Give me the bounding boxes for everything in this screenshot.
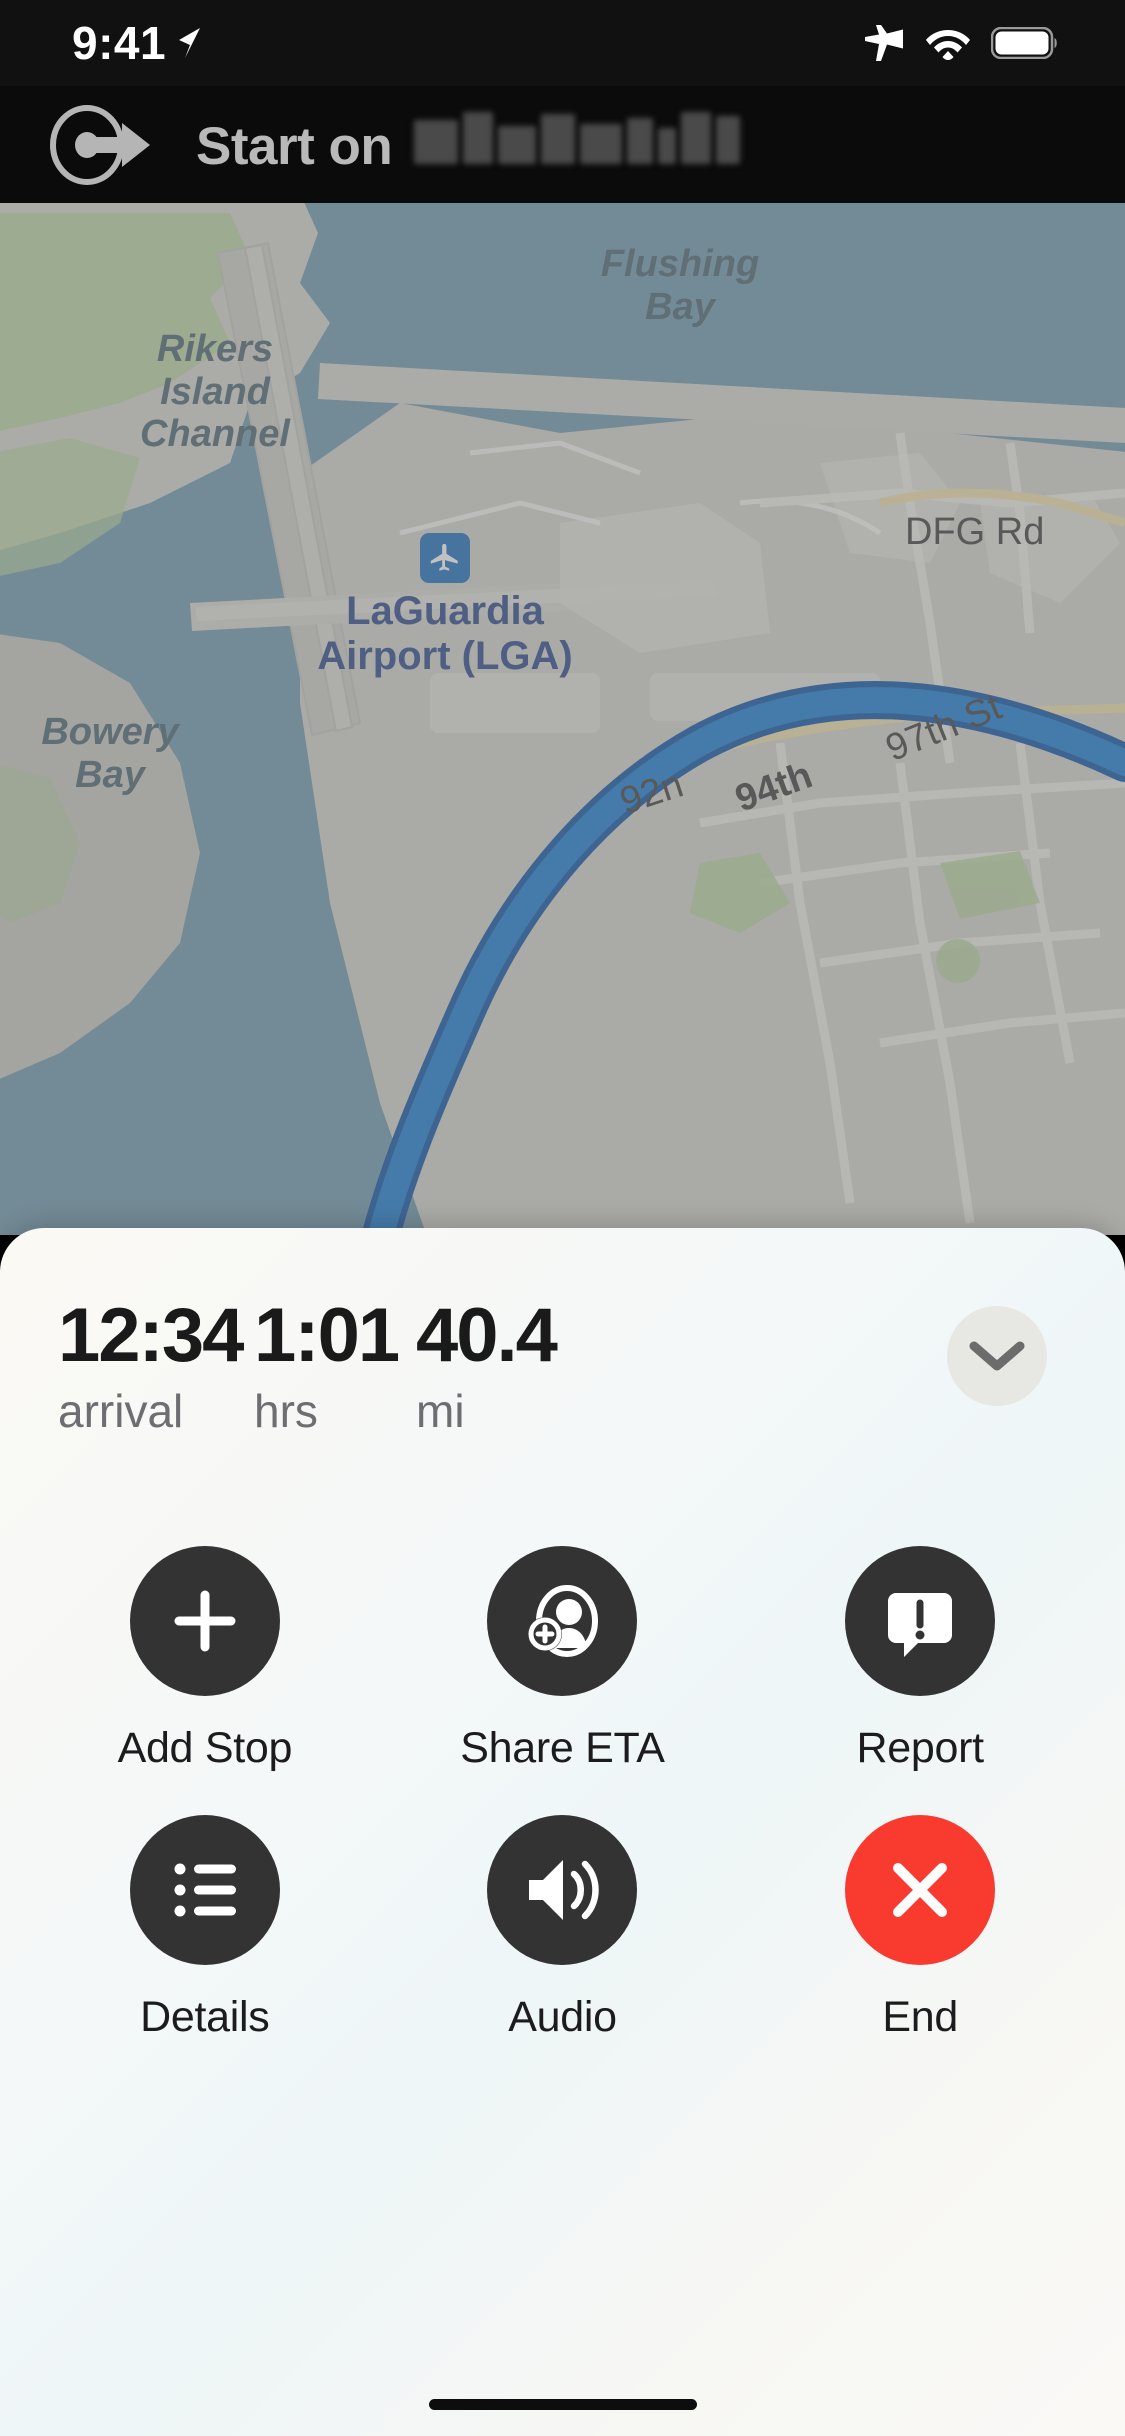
close-x-icon [893, 1863, 948, 1917]
navigation-bottom-sheet: 12:34 arrival 1:01 hrs 40.4 mi Add Stop [0, 1228, 1125, 2436]
add-stop-icon-circle [129, 1546, 280, 1696]
share-eta-label: Share ETA [460, 1724, 665, 1772]
navigation-instruction-text: Start on [196, 112, 741, 177]
status-bar-left: 9:41 [72, 16, 210, 70]
map-label-bowery-bay: Bowery Bay [41, 711, 179, 796]
map-label-rikers-island-channel: Rikers Island Channel [140, 328, 290, 456]
eta-arrival-label: arrival [58, 1385, 184, 1437]
navigation-banner[interactable]: Start on [0, 86, 1125, 203]
wifi-icon [926, 30, 970, 60]
airplane-icon [420, 533, 470, 583]
eta-distance-stat: 40.4 mi [416, 1293, 616, 1437]
end-icon-circle [845, 1815, 996, 1965]
nav-street-name-redacted [414, 112, 741, 164]
details-icon-circle [129, 1815, 280, 1965]
navigation-actions-grid: Add Stop Share ETA Report Details Audio … [0, 1546, 1125, 2042]
map-poi-label-line1: LaGuardia [346, 589, 544, 633]
collapse-sheet-button[interactable] [947, 1306, 1047, 1406]
map-poi-laguardia-airport[interactable]: LaGuardia Airport (LGA) [275, 533, 615, 679]
add-stop-label: Add Stop [117, 1724, 293, 1772]
depart-start-arrow-icon [50, 104, 150, 185]
status-bar-clock: 9:41 [72, 17, 167, 69]
chevron-down-icon [969, 1341, 1025, 1371]
battery-icon [991, 27, 1057, 59]
status-bar: 9:41 [0, 0, 1125, 86]
share-eta-button[interactable]: Share ETA [384, 1546, 742, 1773]
end-navigation-button[interactable]: End [741, 1815, 1099, 2042]
status-bar-right [861, 23, 1059, 63]
add-stop-button[interactable]: Add Stop [26, 1546, 384, 1773]
plus-icon [174, 1590, 236, 1652]
nav-instruction-label: Start on [196, 117, 393, 176]
map-label-dfg-rd: DFG Rd [905, 511, 1045, 553]
report-bubble-icon [888, 1593, 953, 1657]
audio-label: Audio [508, 1993, 617, 2041]
eta-duration-label: hrs [254, 1385, 318, 1437]
airplane-mode-icon [865, 25, 903, 61]
eta-distance-label: mi [416, 1385, 465, 1437]
end-label: End [882, 1993, 958, 2041]
map-label-flushing-bay: Flushing Bay [600, 243, 760, 328]
list-icon [174, 1863, 236, 1917]
report-label: Report [856, 1724, 985, 1772]
eta-arrival-stat: 12:34 arrival [58, 1293, 254, 1437]
eta-arrival-value: 12:34 [58, 1293, 244, 1378]
eta-duration-value: 1:01 [254, 1293, 400, 1378]
report-icon-circle [845, 1546, 996, 1696]
person-add-icon [528, 1585, 599, 1657]
home-indicator[interactable] [428, 2399, 697, 2410]
report-button[interactable]: Report [741, 1546, 1099, 1773]
audio-button[interactable]: Audio [384, 1815, 742, 2042]
map-poi-label-line2: Airport (LGA) [317, 633, 573, 678]
eta-duration-stat: 1:01 hrs [254, 1293, 416, 1437]
details-button[interactable]: Details [26, 1815, 384, 2042]
eta-summary-row: 12:34 arrival 1:01 hrs 40.4 mi [0, 1228, 1125, 1434]
speaker-wave-icon [529, 1860, 600, 1920]
audio-icon-circle [487, 1815, 638, 1965]
details-label: Details [140, 1993, 270, 2041]
share-eta-icon-circle [487, 1546, 638, 1696]
location-arrow-icon [179, 28, 201, 58]
map-canvas[interactable]: Flushing Bay Rikers Island Channel Bower… [0, 203, 1125, 1235]
eta-distance-value: 40.4 [416, 1293, 558, 1378]
